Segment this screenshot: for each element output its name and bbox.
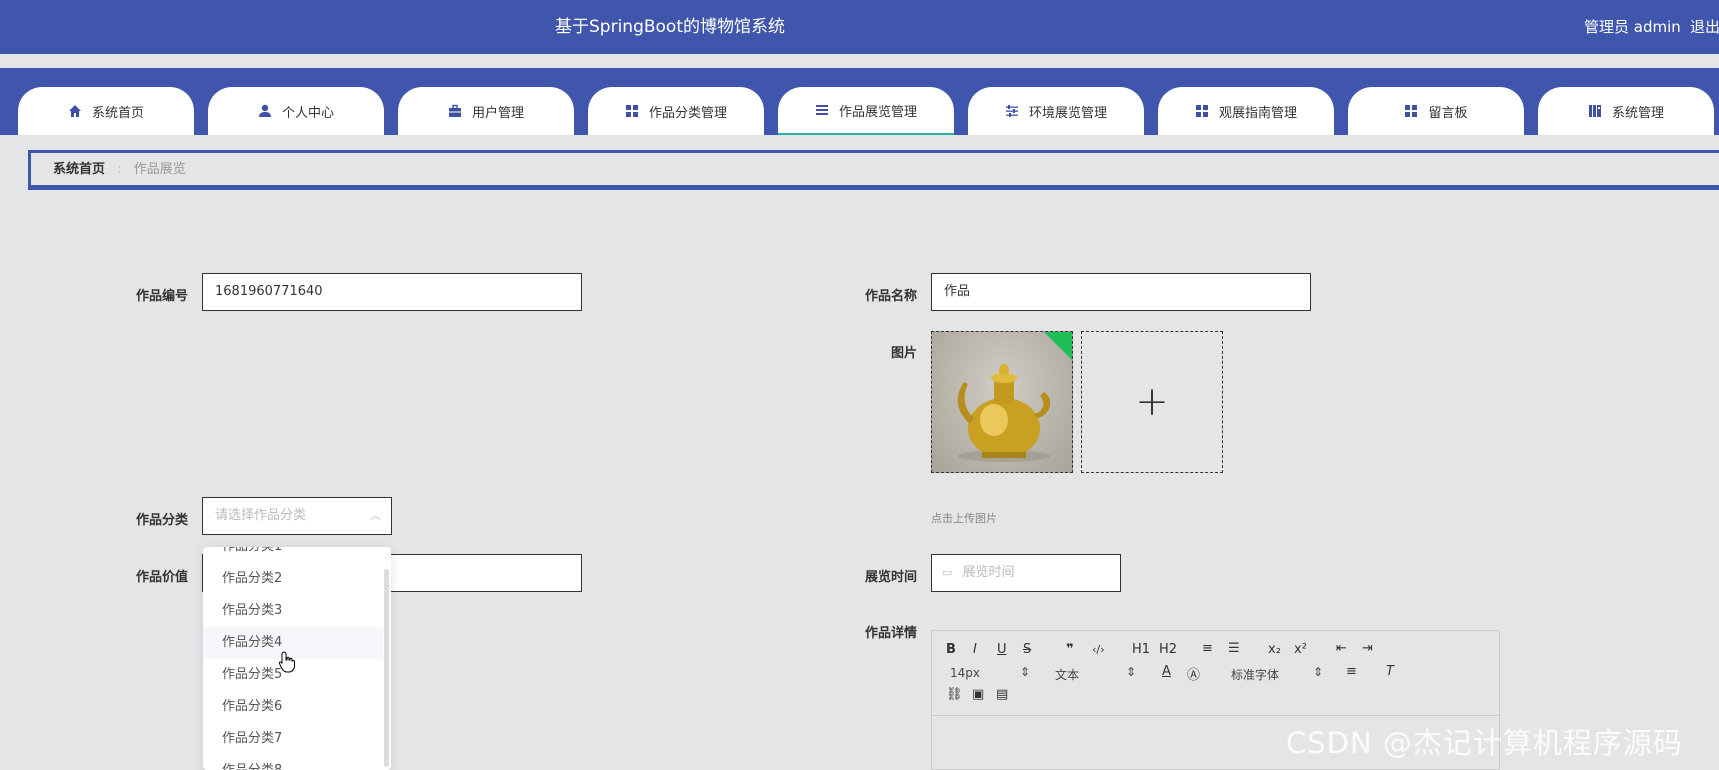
home-icon — [68, 104, 82, 118]
category-dropdown: 作品分类1 作品分类2 作品分类3 作品分类4 作品分类5 作品分类6 作品分类… — [203, 547, 391, 770]
breadcrumb-separator: : — [117, 162, 122, 177]
bold-button[interactable]: B — [946, 642, 956, 657]
add-image-button[interactable]: + — [1081, 331, 1223, 473]
category-placeholder: 请选择作品分类 — [215, 508, 307, 523]
bullet-list-button[interactable]: ☰ — [1228, 641, 1240, 656]
align-icon[interactable]: ≡ — [1346, 664, 1357, 679]
uploaded-image[interactable] — [931, 331, 1073, 473]
sliders-icon — [1005, 104, 1019, 118]
video-icon[interactable]: ▤ — [996, 687, 1008, 702]
current-user: 管理员 admin — [1584, 18, 1681, 36]
briefcase-icon — [448, 104, 462, 118]
updown-icon: ⇕ — [1126, 665, 1137, 679]
underline-button[interactable]: U — [997, 642, 1007, 657]
tab-label: 系统首页 — [91, 105, 144, 121]
hand-cursor-icon — [278, 651, 295, 677]
superscript-button[interactable]: x² — [1294, 642, 1307, 657]
name-input[interactable]: 作品 — [931, 273, 1311, 311]
detail-label: 作品详情 — [864, 626, 917, 641]
list-icon — [815, 103, 829, 117]
italic-button[interactable]: I — [973, 642, 977, 657]
editor-toolbar: B I U S ❞ ‹/› H1 H2 ≡ ☰ x₂ x² ⇤ ⇥ 14px ⇕… — [932, 631, 1499, 716]
updown-icon: ⇕ — [1020, 665, 1031, 679]
subscript-button[interactable]: x₂ — [1268, 642, 1281, 657]
tab-label: 观展指南管理 — [1218, 105, 1297, 121]
tab-label: 留言板 — [1428, 105, 1468, 121]
grid-icon — [625, 104, 639, 118]
updown-icon: ⇕ — [1313, 665, 1324, 679]
header-gap — [0, 54, 1719, 68]
tab-exhibition-management[interactable]: 作品展览管理 — [778, 87, 954, 135]
user-icon — [258, 104, 272, 118]
font-family-select[interactable]: 标准字体 — [1231, 666, 1279, 683]
image-icon[interactable]: ▣ — [972, 687, 984, 702]
category-select[interactable]: 请选择作品分类 ︿ — [202, 497, 392, 535]
upload-hint: 点击上传图片 — [931, 512, 997, 525]
tab-system-management[interactable]: 系统管理 — [1538, 87, 1714, 135]
dropdown-option[interactable]: 作品分类1 — [203, 547, 383, 563]
quote-button[interactable]: ❞ — [1066, 642, 1074, 657]
top-header: 基于SpringBoot的博物馆系统 管理员 admin 退出 — [0, 0, 1719, 54]
breadcrumb-home[interactable]: 系统首页 — [53, 162, 105, 177]
plus-icon: + — [1135, 379, 1169, 425]
logout-link[interactable]: 退出 — [1690, 0, 1719, 54]
app-title: 基于SpringBoot的博物馆系统 — [555, 17, 785, 37]
grid-icon — [1404, 104, 1418, 118]
code-label: 作品编号 — [135, 289, 188, 304]
code-button[interactable]: ‹/› — [1092, 643, 1105, 656]
dropdown-option[interactable]: 作品分类2 — [203, 563, 383, 595]
tab-environment-management[interactable]: 环境展览管理 — [968, 87, 1144, 135]
image-label: 图片 — [890, 346, 917, 361]
chevron-up-icon: ︿ — [370, 509, 381, 522]
teapot-image — [957, 332, 1072, 462]
tab-guide-management[interactable]: 观展指南管理 — [1158, 87, 1334, 135]
dropdown-option[interactable]: 作品分类6 — [203, 691, 383, 723]
tab-category-management[interactable]: 作品分类管理 — [588, 87, 764, 135]
watermark: CSDN @杰记计算机程序源码 — [1286, 726, 1683, 760]
indent-button[interactable]: ⇥ — [1362, 641, 1373, 656]
strike-button[interactable]: S — [1023, 642, 1031, 657]
code-input[interactable]: 1681960771640 — [202, 273, 582, 311]
outdent-button[interactable]: ⇤ — [1336, 641, 1347, 656]
breadcrumb: 系统首页 : 作品展览 — [28, 150, 1719, 190]
clear-format-icon[interactable]: T — [1386, 664, 1394, 679]
tab-label: 系统管理 — [1611, 105, 1664, 121]
category-label: 作品分类 — [135, 513, 188, 528]
tab-message-board[interactable]: 留言板 — [1348, 87, 1524, 135]
tab-label: 个人中心 — [281, 105, 334, 121]
h1-button[interactable]: H1 — [1132, 642, 1150, 657]
breadcrumb-current: 作品展览 — [133, 162, 186, 177]
dropdown-option[interactable]: 作品分类3 — [203, 595, 383, 627]
tab-label: 用户管理 — [471, 105, 524, 121]
tab-label: 环境展览管理 — [1028, 105, 1107, 121]
tab-user-management[interactable]: 用户管理 — [398, 87, 574, 135]
tab-home[interactable]: 系统首页 — [18, 87, 194, 135]
time-input[interactable]: ▭ 展览时间 — [931, 554, 1121, 592]
name-label: 作品名称 — [864, 289, 917, 304]
h2-button[interactable]: H2 — [1159, 642, 1177, 657]
dropdown-scrollbar[interactable] — [384, 569, 389, 767]
tab-label: 作品展览管理 — [838, 104, 917, 120]
time-label: 展览时间 — [864, 570, 917, 585]
tab-personal-center[interactable]: 个人中心 — [208, 87, 384, 135]
price-label: 作品价值 — [135, 570, 188, 585]
link-icon[interactable]: ⛓ — [946, 687, 963, 702]
dropdown-option[interactable]: 作品分类7 — [203, 723, 383, 755]
tab-label: 作品分类管理 — [648, 105, 727, 121]
calendar-icon: ▭ — [942, 566, 953, 579]
dropdown-option[interactable]: 作品分类8 — [203, 755, 383, 770]
text-type-select[interactable]: 文本 — [1055, 666, 1079, 683]
background-color-icon[interactable]: Ⓐ — [1187, 664, 1200, 683]
ordered-list-button[interactable]: ≡ — [1202, 641, 1213, 656]
book-icon — [1588, 104, 1602, 118]
grid-icon — [1195, 104, 1209, 118]
font-color-icon[interactable]: A — [1162, 664, 1171, 679]
font-size-select[interactable]: 14px — [950, 666, 980, 680]
time-placeholder: 展览时间 — [962, 565, 1015, 580]
